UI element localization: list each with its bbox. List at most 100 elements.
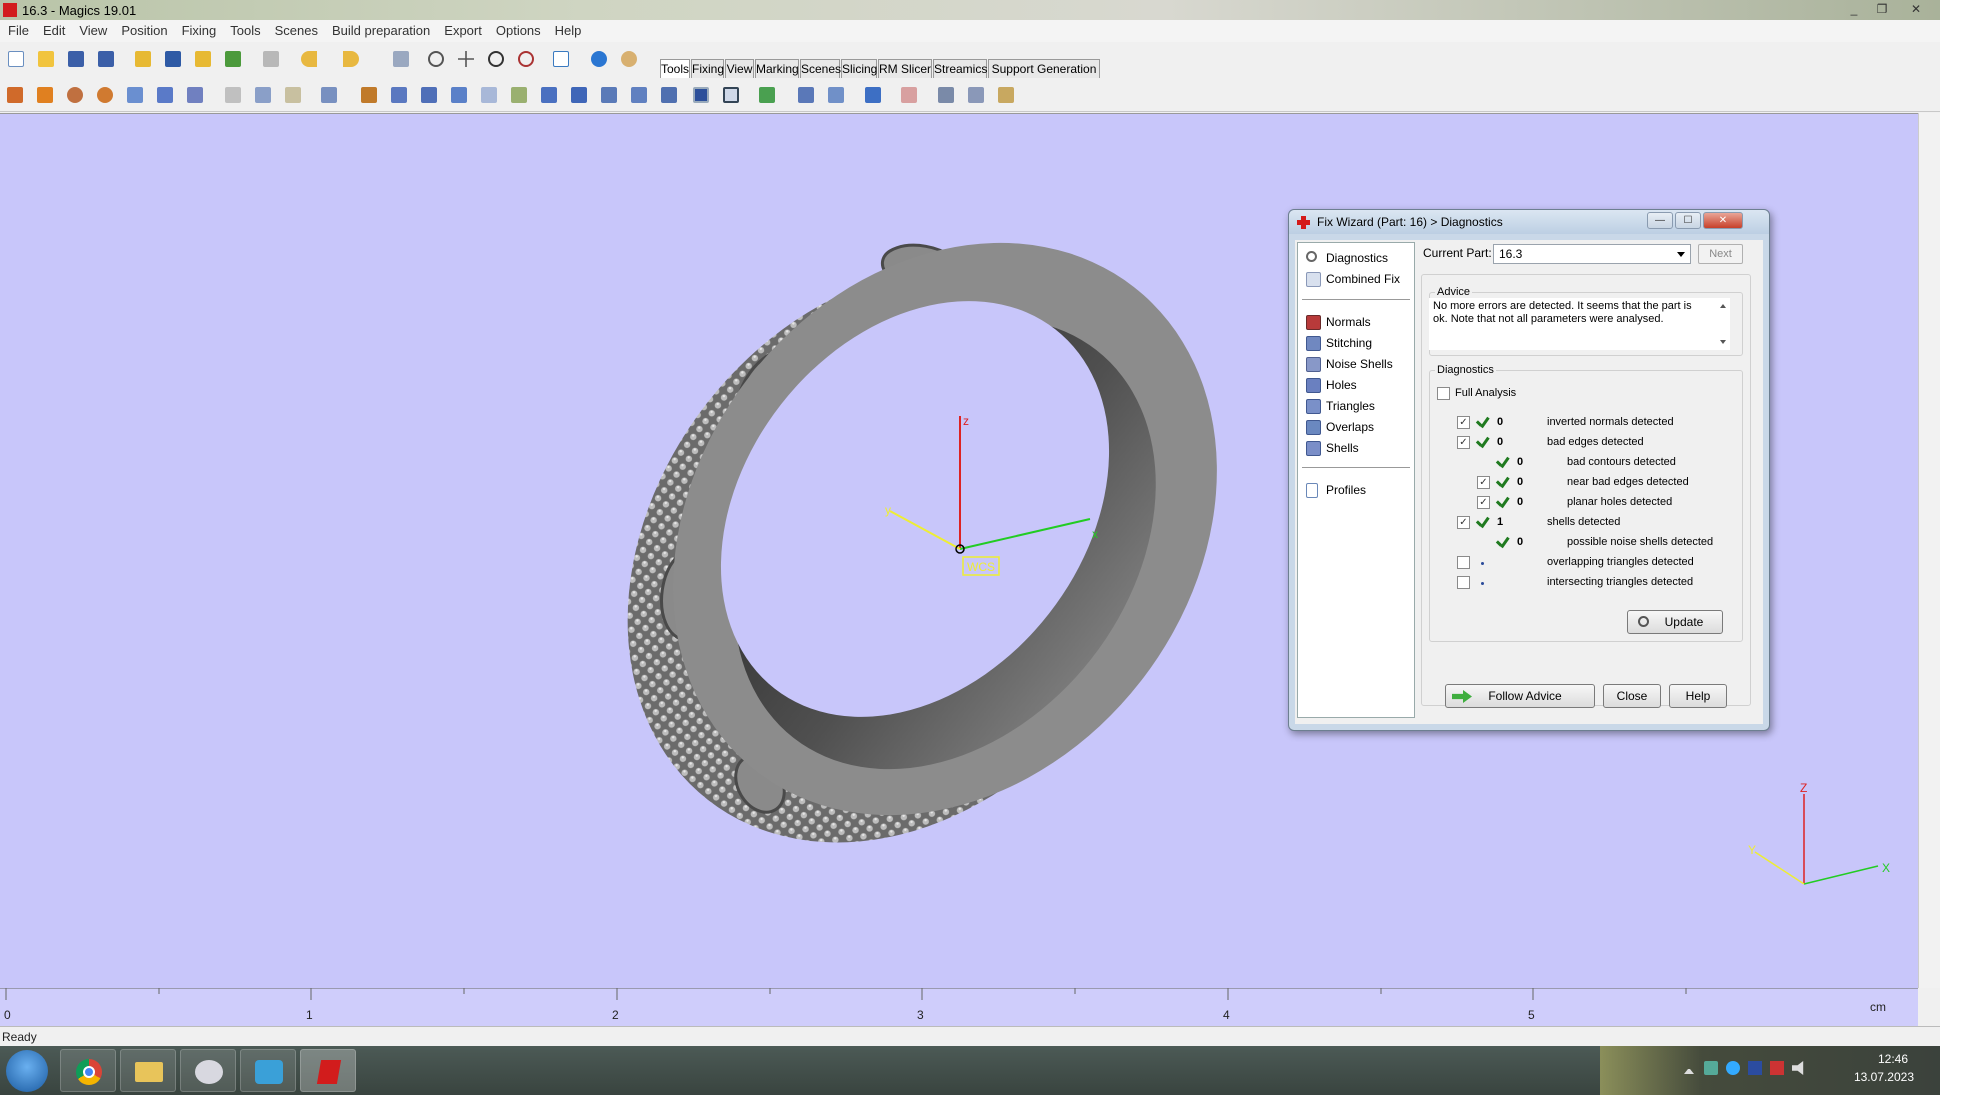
full-analysis-checkbox[interactable] [1437,387,1450,400]
nav-item-combined-fix[interactable]: Combined Fix [1304,270,1400,288]
help-button[interactable]: Help [1669,684,1727,708]
viewport-side-panel[interactable] [1918,113,1940,988]
menu-position[interactable]: Position [114,20,174,41]
dialog-minimize-button[interactable]: — [1647,212,1673,229]
smooth-icon[interactable] [478,84,500,106]
report-icon[interactable] [995,84,1017,106]
volume-icon[interactable] [1792,1061,1804,1075]
menu-scenes[interactable]: Scenes [268,20,325,41]
dialog-title-bar[interactable]: Fix Wizard (Part: 16) > Diagnostics — ☐ … [1289,210,1769,234]
open-folder-icon[interactable] [35,48,57,70]
select-part-icon[interactable] [390,48,412,70]
pan-view-icon[interactable] [455,48,477,70]
tab-slicing[interactable]: Slicing [841,59,877,78]
nav-item-normals[interactable]: Normals [1304,313,1371,331]
tab-view[interactable]: View [725,59,754,78]
tab-fixing[interactable]: Fixing [691,59,724,78]
nav-item-noise-shells[interactable]: Noise Shells [1304,355,1393,373]
nav-item-diagnostics[interactable]: Diagnostics [1304,249,1389,267]
diag-row-checkbox[interactable]: ✓ [1457,436,1470,449]
chrome-taskbar-icon[interactable] [60,1049,116,1092]
zoom-icon[interactable] [485,48,507,70]
import-part-icon[interactable] [192,48,214,70]
new-file-icon[interactable] [5,48,27,70]
tab-support-generation[interactable]: Support Generation [988,59,1100,78]
check-icon[interactable] [550,48,572,70]
current-part-select[interactable]: 16.3 [1493,244,1691,264]
diag-row-checkbox[interactable]: ✓ [1477,476,1490,489]
restore-button[interactable]: ❐ [1868,0,1896,18]
rescale-icon[interactable] [124,84,146,106]
translate-to-default-icon[interactable] [34,84,56,106]
rotate-part-icon[interactable] [64,84,86,106]
save-as-icon[interactable] [95,48,117,70]
redo-icon[interactable] [340,48,372,70]
extrude-icon[interactable] [448,84,470,106]
save-icon[interactable] [65,48,87,70]
translate-icon[interactable] [4,84,26,106]
dialog-maximize-button[interactable]: ☐ [1675,212,1701,229]
nav-item-stitching[interactable]: Stitching [1304,334,1372,352]
minimize-button[interactable]: _ [1840,0,1868,18]
tab-marking[interactable]: Marking [755,59,799,78]
align-icon[interactable] [756,84,778,106]
wizard-icon[interactable] [618,48,640,70]
close-dialog-button[interactable]: Close [1603,684,1661,708]
clock-date[interactable]: 13.07.2023 [1854,1070,1914,1084]
rotate-view-icon[interactable] [425,48,447,70]
nav-item-holes[interactable]: Holes [1304,376,1357,394]
follow-advice-button[interactable]: Follow Advice [1445,684,1595,708]
section-icon[interactable] [598,84,620,106]
ring-model[interactable] [515,134,1330,950]
unload-part-icon[interactable] [222,48,244,70]
cut-icon[interactable] [222,84,244,106]
action-center-icon[interactable] [1770,1061,1784,1075]
menu-fixing[interactable]: Fixing [175,20,224,41]
save-part-icon[interactable] [162,48,184,70]
menu-options[interactable]: Options [489,20,548,41]
diag-row-checkbox[interactable]: ✓ [1457,516,1470,529]
dialog-close-button[interactable]: ✕ [1703,212,1743,229]
measure-icon[interactable] [795,84,817,106]
nav-item-overlaps[interactable]: Overlaps [1304,418,1374,436]
language-icon[interactable] [1748,1061,1762,1075]
wrap-icon[interactable] [508,84,530,106]
start-button[interactable] [6,1050,48,1092]
menu-file[interactable]: File [0,20,36,41]
diag-row-checkbox[interactable] [1457,576,1470,589]
layers-icon[interactable] [965,84,987,106]
diag-row-checkbox[interactable] [1457,556,1470,569]
zoom-window-icon[interactable] [515,48,537,70]
network-icon[interactable] [1704,1061,1718,1075]
part-info-icon[interactable] [862,84,884,106]
paint-taskbar-icon[interactable] [180,1049,236,1092]
tab-tools[interactable]: Tools [660,59,690,79]
boolean-icon[interactable] [358,84,380,106]
analyze-icon[interactable] [825,84,847,106]
explorer-taskbar-icon[interactable] [120,1049,176,1092]
scroll-up-icon[interactable] [1720,304,1726,308]
tab-rm-slicer[interactable]: RM Slicer [878,59,932,78]
thickness-icon[interactable] [568,84,590,106]
advice-textbox[interactable]: No more errors are detected. It seems th… [1429,298,1730,350]
tray-app-icon[interactable] [1726,1061,1740,1075]
settings-icon[interactable] [935,84,957,106]
tab-streamics[interactable]: Streamics [933,59,987,78]
menu-edit[interactable]: Edit [36,20,72,41]
frame-icon[interactable] [720,84,742,106]
nav-item-triangles[interactable]: Triangles [1304,397,1375,415]
fix-wizard-icon[interactable] [898,84,920,106]
help-icon[interactable] [588,48,610,70]
bounding-box-icon[interactable] [690,84,712,106]
hollow-icon[interactable] [388,84,410,106]
diag-row-checkbox[interactable]: ✓ [1457,416,1470,429]
load-part-icon[interactable] [132,48,154,70]
offset-icon[interactable] [418,84,440,106]
magics-taskbar-icon[interactable] [300,1049,356,1092]
diag-row-checkbox[interactable]: ✓ [1477,496,1490,509]
show-hidden-icons-icon[interactable] [1684,1064,1694,1074]
clock-time[interactable]: 12:46 [1878,1052,1908,1066]
duplicate-icon[interactable] [184,84,206,106]
tab-scenes[interactable]: Scenes [800,59,841,78]
undo-icon[interactable] [298,48,330,70]
